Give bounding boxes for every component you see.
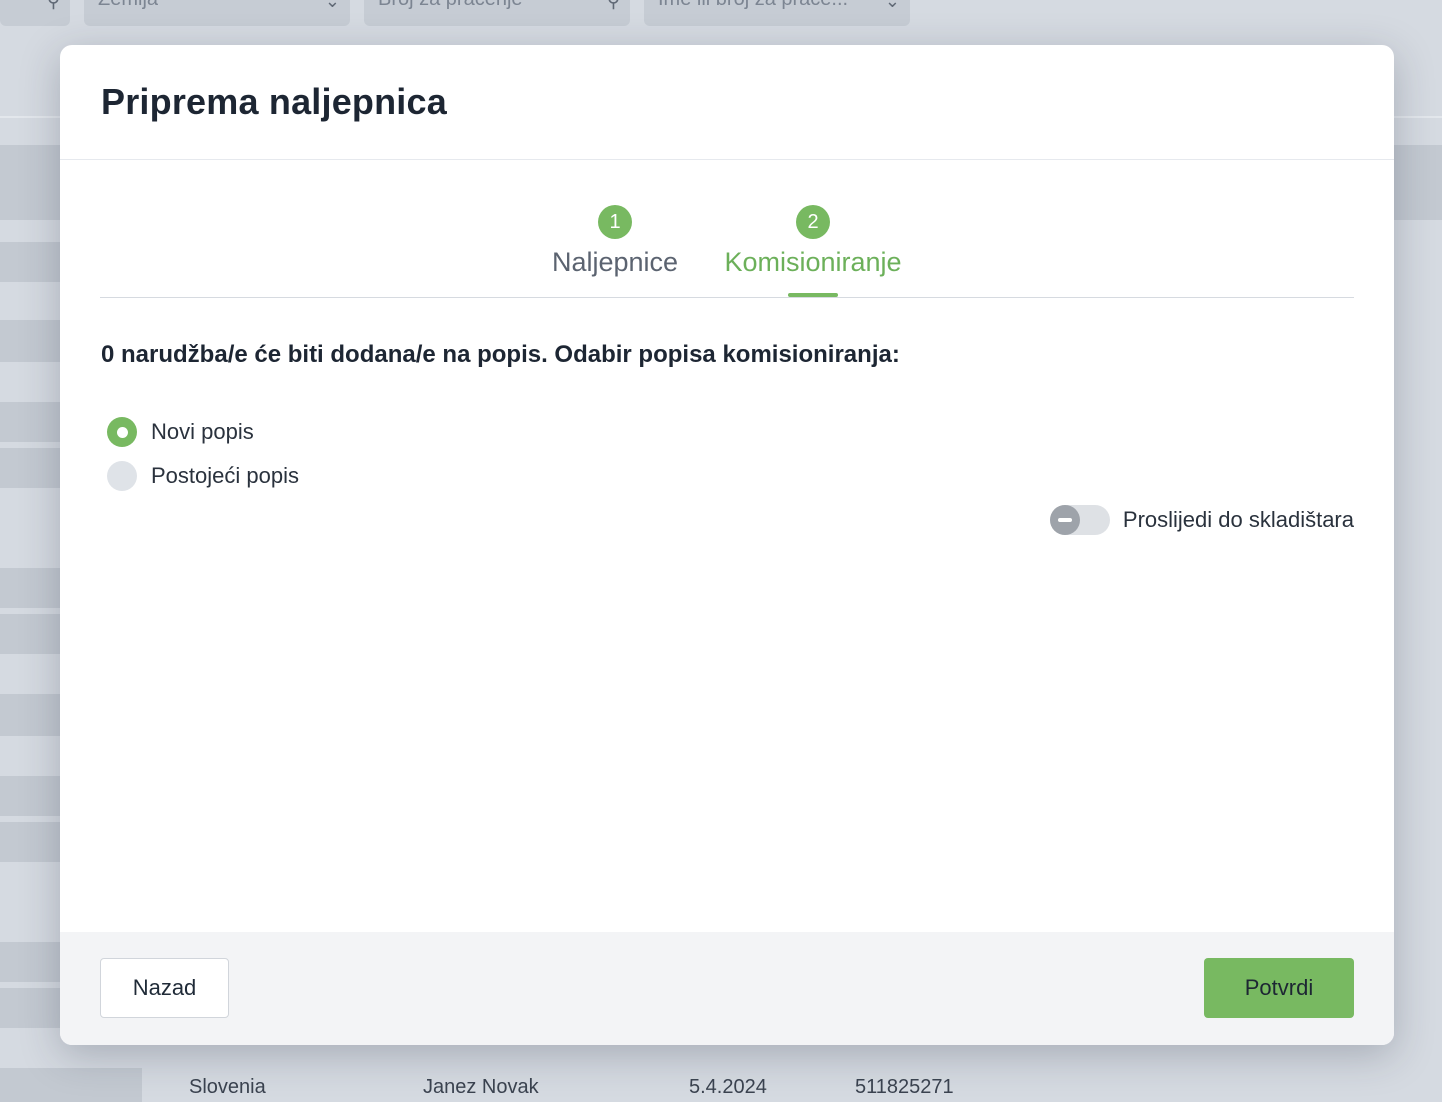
step-picking[interactable]: 2 Komisioniranje [720, 205, 906, 297]
toggle-off-icon [1049, 505, 1080, 535]
radio-label[interactable]: Novi popis [151, 419, 254, 445]
background-country-filter: Zemlja ⌄ [84, 0, 350, 26]
step-number-badge: 1 [598, 205, 632, 239]
background-table-row: Slovenia Janez Novak 5.4.2024 511825271 [0, 1068, 1442, 1102]
radio-new-list[interactable]: Novi popis [107, 417, 254, 447]
step-number-badge: 2 [796, 205, 830, 239]
radio-button-unchecked[interactable] [107, 461, 137, 491]
background-row-block [0, 145, 60, 220]
background-cell-placeholder [0, 1068, 142, 1102]
background-row-block [0, 402, 60, 442]
background-name-filter-label: Ime ili broj za praće... [658, 0, 848, 10]
background-row-block [0, 988, 60, 1028]
label-preparation-dialog: Priprema naljepnica 1 Naljepnice 2 Komis… [60, 45, 1394, 1045]
forward-to-warehouse-row: Proslijedi do skladištara [1049, 505, 1354, 535]
chevron-down-icon: ⌄ [884, 0, 900, 11]
radio-existing-list[interactable]: Postojeći popis [107, 461, 299, 491]
dialog-footer: Nazad Potvrdi [60, 932, 1394, 1045]
background-row-block [0, 942, 60, 982]
background-tracking-filter-label: Broj za praćenje [378, 0, 523, 10]
background-row-block [0, 776, 60, 816]
dialog-header: Priprema naljepnica [60, 45, 1394, 160]
step-labels[interactable]: 1 Naljepnice [548, 205, 682, 278]
background-row-block [1394, 145, 1442, 220]
search-icon: ⚲ [46, 0, 60, 11]
background-row-block [0, 448, 60, 488]
radio-dot [116, 426, 128, 438]
radio-button-checked[interactable] [107, 417, 137, 447]
background-row-block [0, 614, 60, 654]
back-button[interactable]: Nazad [100, 958, 229, 1018]
background-row-block [0, 320, 60, 362]
picking-list-prompt: 0 narudžba/e će biti dodana/e na popis. … [101, 341, 900, 368]
background-row-block [0, 242, 60, 282]
background-tracking-cell: 511825271 [855, 1076, 954, 1098]
radio-label[interactable]: Postojeći popis [151, 463, 299, 489]
background-tracking-filter: Broj za praćenje ⚲ [364, 0, 630, 26]
step-label: Naljepnice [551, 247, 679, 277]
stepper: 1 Naljepnice 2 Komisioniranje [100, 205, 1354, 298]
background-country-cell: Slovenia [189, 1076, 266, 1098]
background-row-block [0, 822, 60, 862]
background-country-filter-label: Zemlja [98, 0, 158, 10]
search-icon: ⚲ [606, 0, 620, 11]
background-name-cell: Janez Novak [423, 1076, 539, 1098]
background-filter-bar: ⚲ Zemlja ⌄ Broj za praćenje ⚲ Ime ili br… [0, 0, 1442, 30]
dialog-title: Priprema naljepnica [101, 81, 447, 122]
confirm-button[interactable]: Potvrdi [1204, 958, 1354, 1018]
toggle-label[interactable]: Proslijedi do skladištara [1123, 507, 1354, 533]
background-name-filter: Ime ili broj za praće... ⌄ [644, 0, 910, 26]
background-search-pill: ⚲ [0, 0, 70, 26]
forward-to-warehouse-toggle[interactable] [1049, 505, 1110, 535]
background-row-block [0, 568, 60, 608]
chevron-down-icon: ⌄ [324, 0, 340, 11]
step-label: Komisioniranje [724, 247, 902, 277]
active-step-indicator [788, 293, 838, 297]
background-row-block [0, 694, 60, 736]
background-date-cell: 5.4.2024 [689, 1076, 767, 1098]
